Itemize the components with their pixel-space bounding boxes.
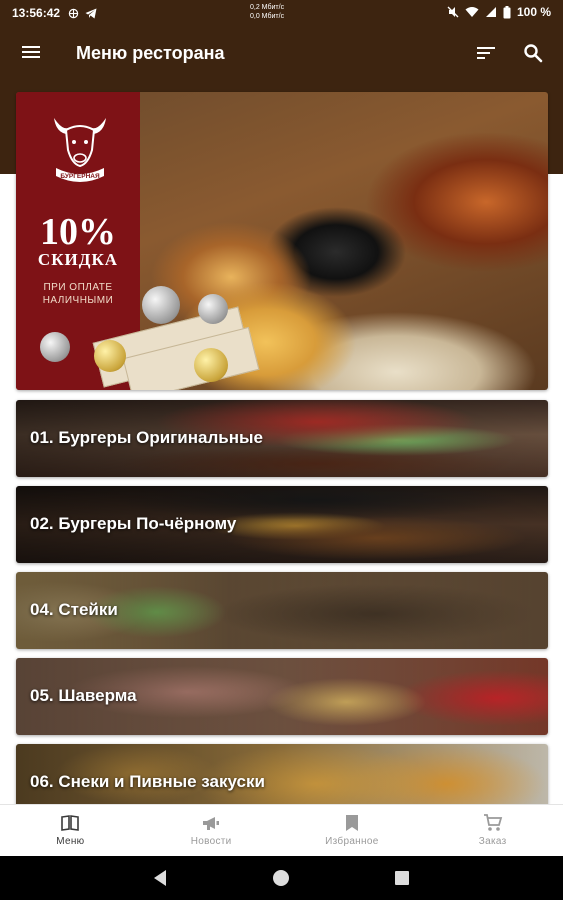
megaphone-icon bbox=[203, 817, 220, 830]
discount-condition-1: ПРИ ОПЛАТЕ bbox=[43, 282, 113, 293]
coin-image bbox=[194, 348, 228, 382]
mute-icon bbox=[447, 6, 459, 18]
battery-level: 100 % bbox=[516, 5, 551, 19]
sort-icon[interactable] bbox=[477, 44, 499, 64]
category-card[interactable]: 04. Стейки bbox=[16, 572, 548, 649]
nav-label: Меню bbox=[56, 836, 85, 847]
app-bar: Меню ресторана bbox=[0, 26, 563, 82]
menu-icon[interactable] bbox=[22, 43, 44, 65]
nav-item-order[interactable]: Заказ bbox=[422, 805, 563, 856]
bookmark-icon bbox=[345, 815, 358, 831]
category-label: 06. Снеки и Пивные закуски bbox=[30, 772, 265, 791]
nav-label: Заказ bbox=[478, 836, 507, 847]
status-left-icons bbox=[68, 8, 97, 19]
system-navigation-bar bbox=[0, 856, 563, 900]
recents-icon[interactable] bbox=[395, 871, 409, 885]
app-screen: 13:56:42 0,2 Мбит/с 0,0 Мбит/с 100 % Мен… bbox=[0, 0, 563, 900]
speed-up: 0,2 Мбит/с bbox=[250, 4, 285, 11]
category-label: 04. Стейки bbox=[30, 600, 118, 619]
nav-item-favorites[interactable]: Избранное bbox=[282, 805, 423, 856]
home-icon[interactable] bbox=[273, 870, 289, 886]
category-label: 01. Бургеры Оригинальные bbox=[30, 428, 263, 447]
category-label: 05. Шаверма bbox=[30, 686, 137, 705]
category-card[interactable]: 01. Бургеры Оригинальные bbox=[16, 400, 548, 477]
vpn-icon bbox=[68, 8, 79, 18]
signal-icon bbox=[485, 7, 496, 17]
page-title: Меню ресторана bbox=[76, 43, 225, 63]
discount-condition-2: НАЛИЧНЫМИ bbox=[42, 295, 114, 306]
wifi-icon bbox=[465, 7, 479, 17]
bottom-navigation: Меню Новости Избранное Заказ bbox=[0, 804, 563, 856]
book-icon bbox=[61, 815, 80, 831]
discount-label: СКИДКА bbox=[37, 250, 119, 269]
category-label: 02. Бургеры По-чёрному bbox=[30, 514, 237, 533]
coin-image bbox=[198, 294, 228, 324]
coin-image bbox=[40, 332, 70, 362]
logo-text: БУРГЕРНАЯ bbox=[60, 173, 100, 180]
category-card[interactable]: 05. Шаверма bbox=[16, 658, 548, 735]
nav-label: Новости bbox=[190, 836, 232, 847]
network-speed: 0,2 Мбит/с 0,0 Мбит/с bbox=[250, 3, 284, 21]
back-icon[interactable] bbox=[152, 869, 168, 887]
status-right-icons: 100 % bbox=[447, 5, 551, 19]
coin-image bbox=[94, 340, 126, 372]
discount-percent: 10% bbox=[40, 211, 116, 253]
status-time: 13:56:42 bbox=[12, 6, 61, 20]
battery-icon bbox=[503, 5, 511, 18]
cart-icon bbox=[483, 814, 502, 831]
bull-logo-icon: БУРГЕРНАЯ bbox=[54, 118, 106, 182]
category-card[interactable]: 02. Бургеры По-чёрному bbox=[16, 486, 548, 563]
nav-item-news[interactable]: Новости bbox=[141, 805, 282, 856]
promo-banner[interactable]: БУРГЕРНАЯ 10% СКИДКА ПРИ ОПЛАТЕ НАЛИЧНЫМ… bbox=[16, 92, 548, 390]
status-bar: 13:56:42 0,2 Мбит/с 0,0 Мбит/с 100 % bbox=[0, 0, 563, 26]
speed-down: 0,0 Мбит/с bbox=[250, 13, 285, 20]
search-icon[interactable] bbox=[522, 42, 544, 64]
telegram-icon bbox=[85, 8, 97, 18]
coin-image bbox=[142, 286, 180, 324]
nav-item-menu[interactable]: Меню bbox=[0, 805, 141, 856]
nav-label: Избранное bbox=[325, 836, 379, 847]
